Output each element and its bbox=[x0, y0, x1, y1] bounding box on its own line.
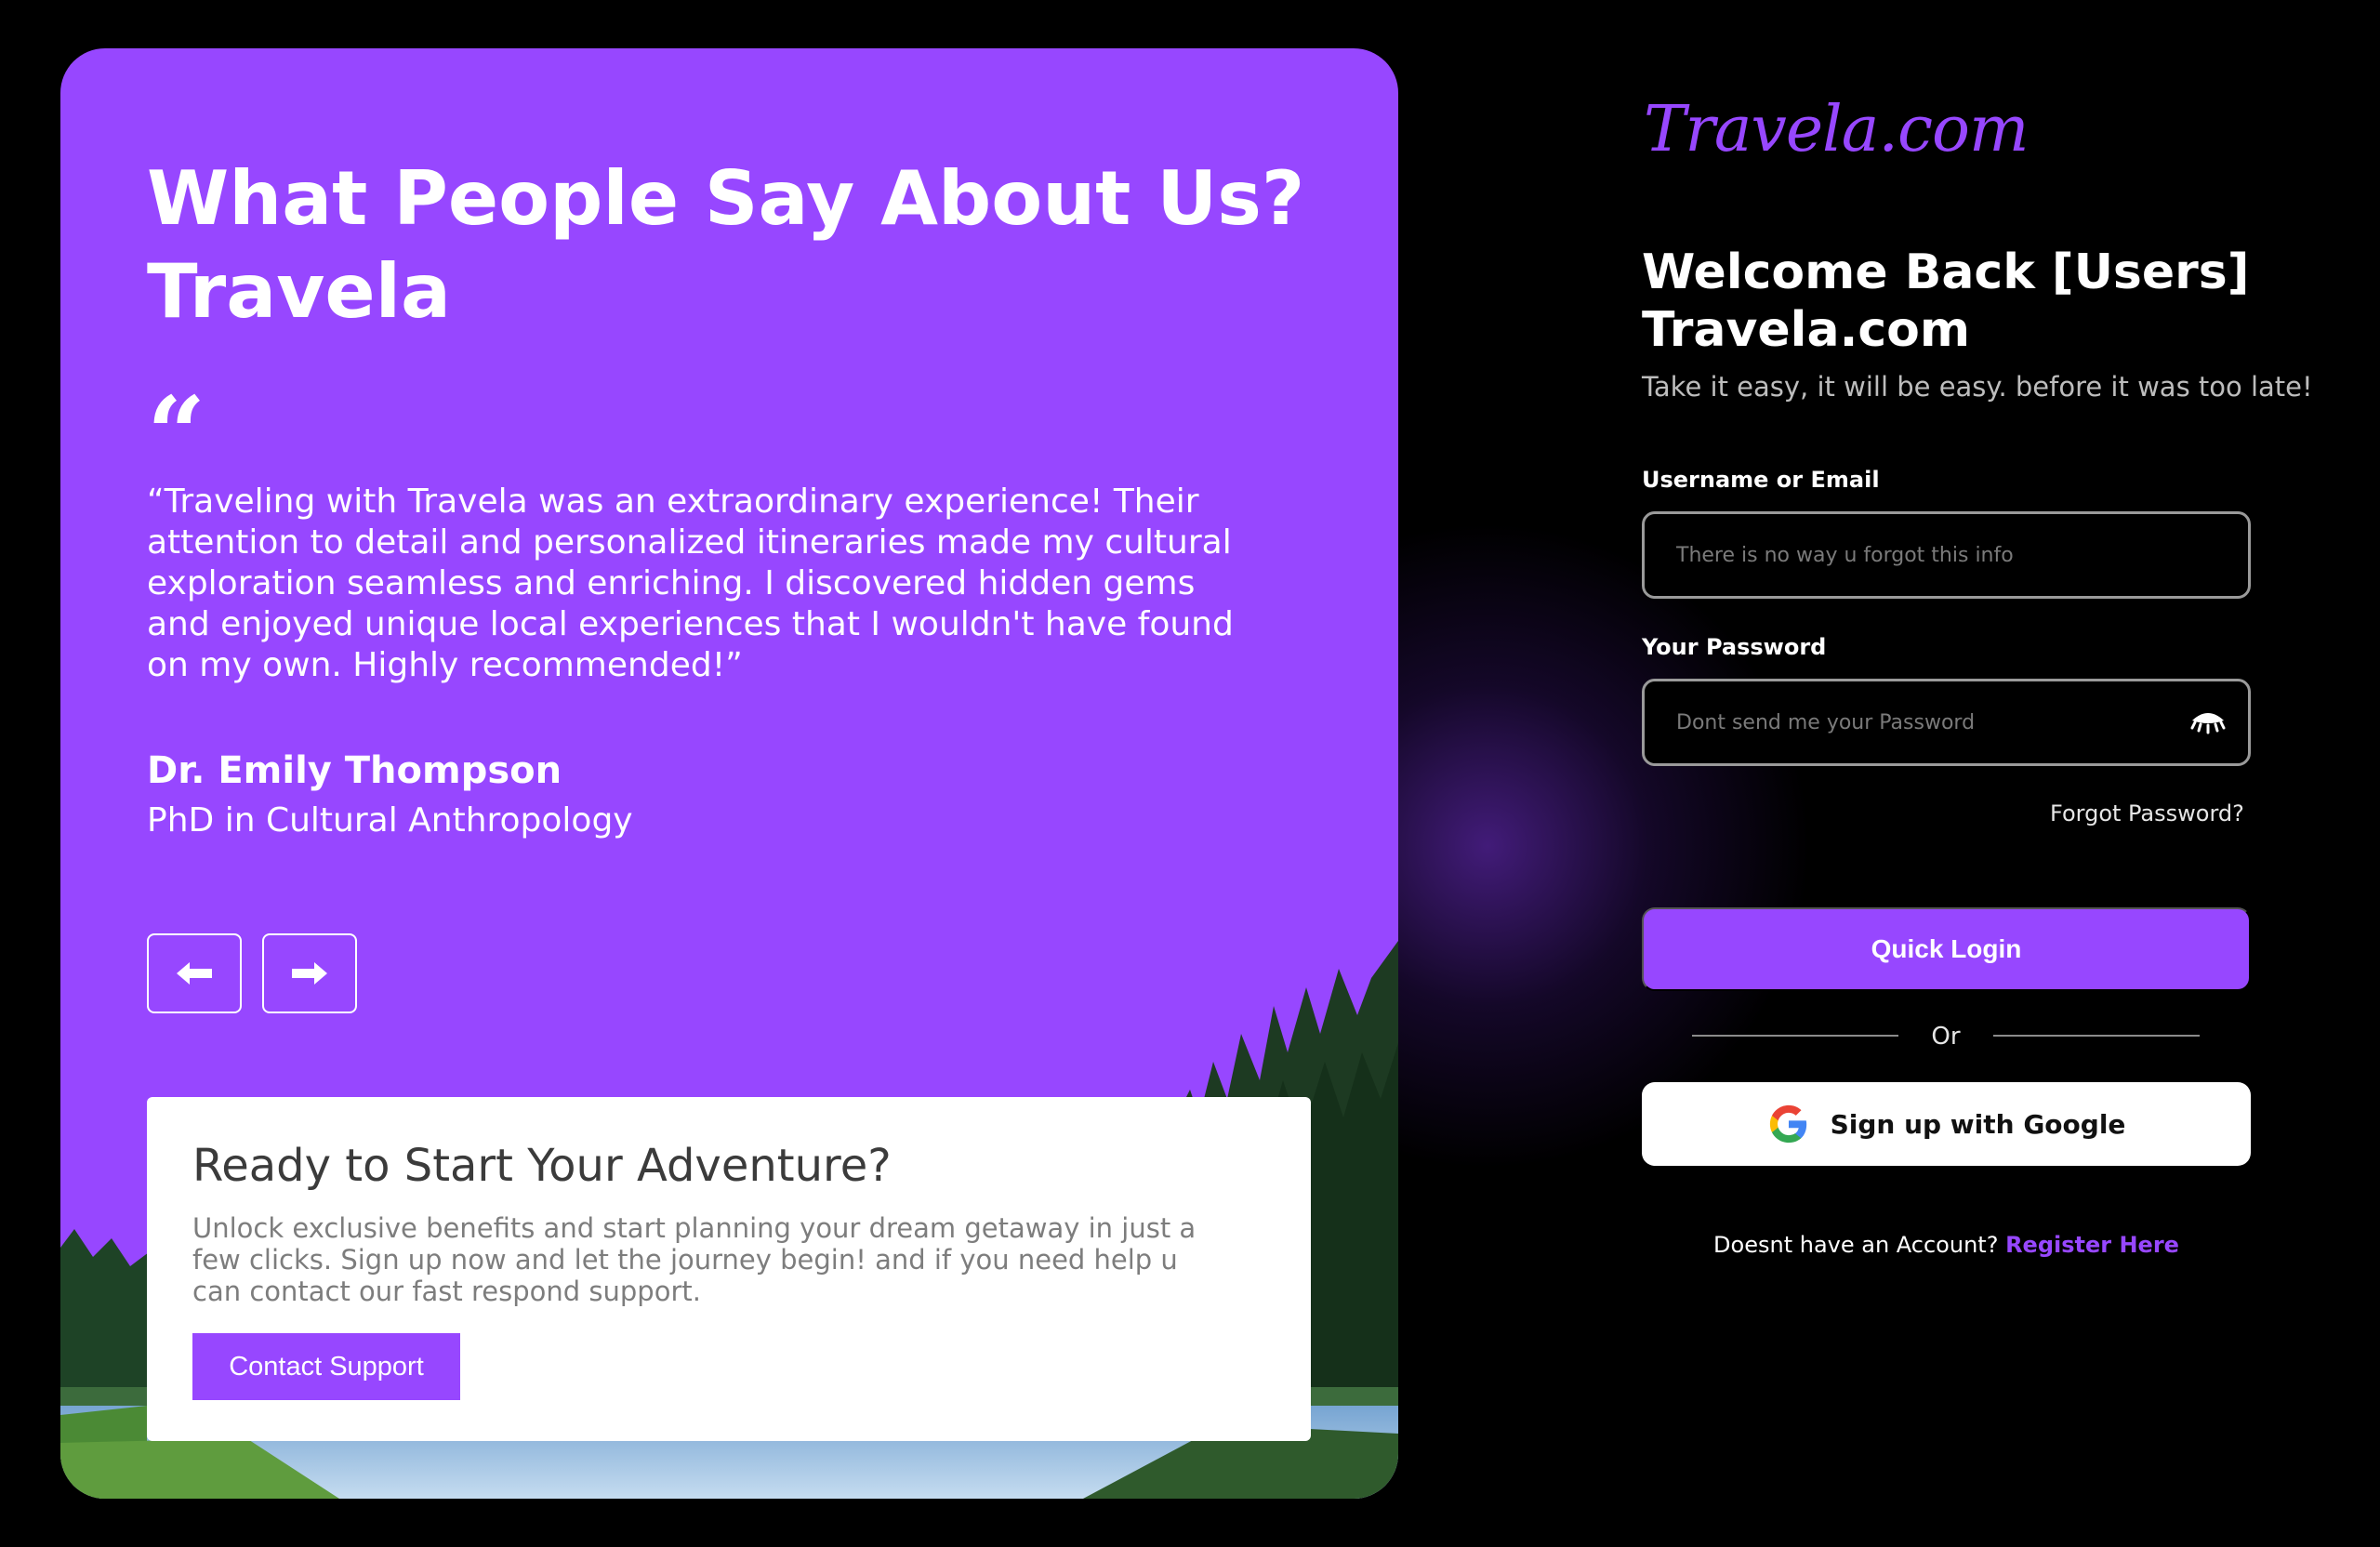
google-signup-label: Sign up with Google bbox=[1830, 1108, 2126, 1140]
register-row: Doesnt have an Account? Register Here bbox=[1642, 1229, 2251, 1261]
quote-mark-icon: “ bbox=[147, 374, 206, 494]
adventure-promo-box: Ready to Start Your Adventure? Unlock ex… bbox=[147, 1097, 1311, 1441]
author-name: Dr. Emily Thompson bbox=[147, 749, 562, 792]
google-icon bbox=[1769, 1104, 1806, 1144]
welcome-title: Welcome Back [Users] Travela.com bbox=[1642, 245, 2250, 358]
google-signup-button[interactable]: Sign up with Google bbox=[1642, 1082, 2251, 1166]
password-field bbox=[1642, 679, 2251, 766]
promo-text: Unlock exclusive benefits and start plan… bbox=[192, 1212, 1197, 1307]
register-prompt: Doesnt have an Account? bbox=[1713, 1232, 1999, 1258]
welcome-subtitle: Take it easy, it will be easy. before it… bbox=[1642, 371, 2313, 403]
password-input[interactable] bbox=[1676, 681, 2197, 763]
divider-right bbox=[1993, 1035, 2200, 1037]
previous-testimonial-button[interactable] bbox=[147, 933, 242, 1013]
username-label: Username or Email bbox=[1642, 467, 1880, 493]
author-title: PhD in Cultural Anthropology bbox=[147, 801, 633, 840]
testimonial-headline: What People Say About Us? Travela bbox=[147, 155, 1305, 335]
contact-support-button[interactable]: Contact Support bbox=[192, 1333, 460, 1400]
arrow-right-icon bbox=[292, 962, 327, 985]
divider-left bbox=[1692, 1035, 1898, 1037]
travela-logo: Travela.com bbox=[1644, 93, 2029, 166]
testimonial-card: What People Say About Us? Travela “ “Tra… bbox=[60, 48, 1398, 1499]
testimonial-quote: “Traveling with Travela was an extraordi… bbox=[147, 483, 1234, 684]
username-input[interactable] bbox=[1676, 514, 2197, 596]
login-page: What People Say About Us? Travela “ “Tra… bbox=[0, 0, 2380, 1547]
next-testimonial-button[interactable] bbox=[262, 933, 357, 1013]
forgot-password-link[interactable]: Forgot Password? bbox=[2050, 798, 2244, 829]
register-link[interactable]: Register Here bbox=[2005, 1232, 2179, 1258]
password-label: Your Password bbox=[1642, 634, 1827, 660]
arrow-left-icon bbox=[177, 962, 212, 985]
promo-title: Ready to Start Your Adventure? bbox=[192, 1140, 892, 1192]
or-divider-label: Or bbox=[1931, 1023, 1961, 1051]
quick-login-button[interactable]: Quick Login bbox=[1642, 907, 2251, 991]
username-field bbox=[1642, 511, 2251, 599]
hide-password-icon[interactable] bbox=[2190, 707, 2226, 737]
